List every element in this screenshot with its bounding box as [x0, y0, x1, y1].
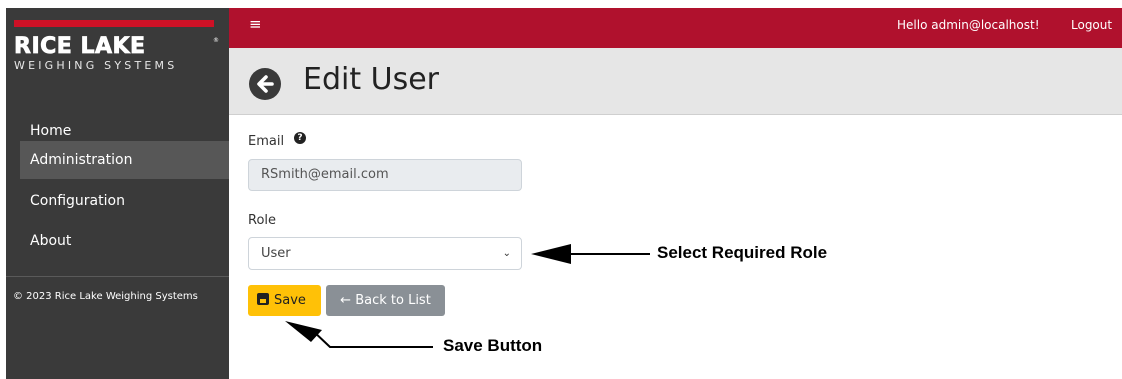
role-callout-arrowhead	[531, 244, 571, 264]
annotation-arrows	[285, 244, 650, 348]
save-callout-line	[310, 328, 433, 348]
save-callout-arrowhead	[285, 321, 322, 342]
role-callout-text: Select Required Role	[657, 243, 828, 262]
save-callout-text: Save Button	[443, 336, 543, 355]
